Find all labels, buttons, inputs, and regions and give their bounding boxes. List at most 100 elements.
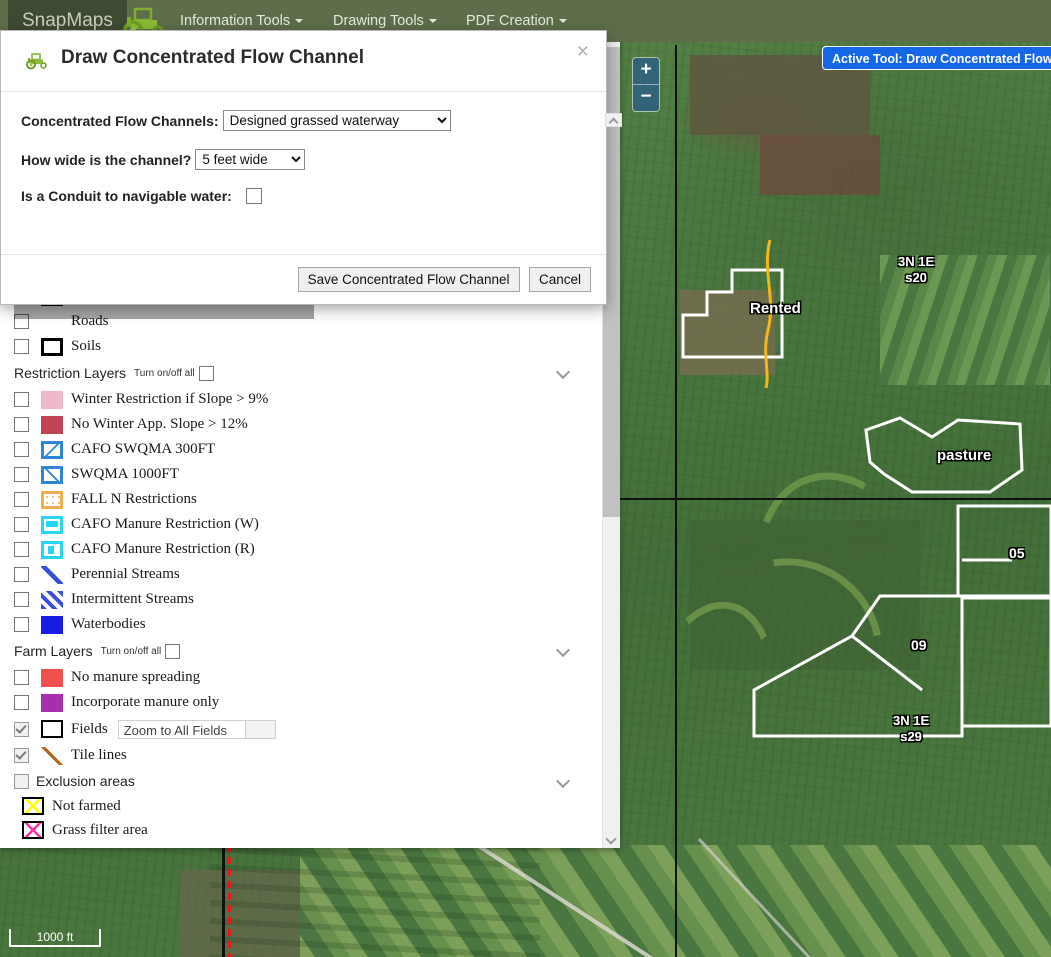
layer-row-grass-filter-area[interactable]: Grass filter area bbox=[22, 818, 603, 842]
field-row-conduit: Is a Conduit to navigable water: bbox=[21, 188, 586, 204]
layer-checkbox[interactable] bbox=[14, 517, 29, 532]
layer-row-cafo-manure-restriction-r[interactable]: CAFO Manure Restriction (R) bbox=[14, 537, 603, 562]
field-row-channel-width: How wide is the channel? 5 feet wide bbox=[21, 149, 586, 170]
dialog-title: Draw Concentrated Flow Channel bbox=[61, 47, 364, 68]
layer-row-tile-lines[interactable]: Tile lines bbox=[14, 743, 603, 768]
swatch-orange-dotted bbox=[41, 490, 63, 509]
swatch-pink-x bbox=[22, 821, 44, 839]
layer-checkbox[interactable] bbox=[14, 542, 29, 557]
layer-row-cafo-swqma-300ft[interactable]: CAFO SWQMA 300FT bbox=[14, 437, 603, 462]
section-title: Exclusion areas bbox=[36, 773, 135, 789]
zoom-in-button[interactable]: + bbox=[633, 58, 659, 85]
layer-label: CAFO Manure Restriction (R) bbox=[71, 541, 255, 557]
layer-row-roads[interactable]: Roads bbox=[14, 309, 603, 334]
layer-checkbox[interactable] bbox=[14, 339, 29, 354]
nav-label: Drawing Tools bbox=[333, 13, 424, 29]
layer-checkbox[interactable] bbox=[14, 392, 29, 407]
layer-checkbox[interactable] bbox=[14, 721, 29, 737]
tractor-icon bbox=[26, 53, 47, 70]
swatch-none bbox=[41, 313, 63, 331]
chevron-down-icon[interactable] bbox=[556, 774, 570, 788]
layer-label: No manure spreading bbox=[71, 669, 201, 685]
layer-row-incorporate-manure-only[interactable]: Incorporate manure only bbox=[14, 690, 603, 715]
layer-checkbox[interactable] bbox=[14, 617, 29, 632]
chevron-down-icon[interactable] bbox=[556, 365, 570, 379]
layer-label: Not farmed bbox=[52, 797, 121, 814]
layer-checkbox[interactable] bbox=[14, 592, 29, 607]
draw-concentrated-flow-channel-dialog: Draw Concentrated Flow Channel × Concent… bbox=[0, 30, 607, 305]
conduit-checkbox[interactable] bbox=[245, 188, 262, 204]
layer-checkbox[interactable] bbox=[14, 492, 29, 507]
save-concentrated-flow-channel-button[interactable]: Save Concentrated Flow Channel bbox=[297, 267, 520, 292]
zoom-to-all-fields-dropdown[interactable] bbox=[245, 719, 276, 739]
map-label-rented: Rented bbox=[750, 300, 801, 317]
swatch-yellow-x bbox=[22, 797, 44, 815]
toggle-all-label: Turn on/off all bbox=[100, 645, 162, 657]
exclusion-checkbox[interactable] bbox=[14, 773, 29, 789]
layer-label: Fields bbox=[71, 720, 108, 737]
toggle-all-checkbox[interactable] bbox=[165, 643, 181, 659]
close-icon[interactable]: × bbox=[577, 41, 589, 62]
caret-down-icon bbox=[295, 19, 304, 24]
nav-label: PDF Creation bbox=[466, 13, 554, 29]
layer-checkbox[interactable] bbox=[14, 442, 29, 457]
field-row-channel-type: Concentrated Flow Channels: Designed gra… bbox=[21, 110, 586, 131]
layer-label: Grass filter area bbox=[52, 821, 148, 838]
panel-scroll-up-stub[interactable] bbox=[605, 113, 622, 127]
layer-checkbox[interactable] bbox=[14, 695, 29, 710]
layer-row-soils[interactable]: Soils bbox=[14, 334, 603, 359]
layer-label: CAFO Manure Restriction (W) bbox=[71, 516, 259, 532]
swatch-dark-red bbox=[41, 415, 63, 434]
layer-checkbox[interactable] bbox=[14, 467, 29, 482]
scroll-down-button[interactable] bbox=[603, 831, 620, 848]
swatch-blue-solid bbox=[41, 615, 63, 634]
swatch-line-blue bbox=[41, 565, 63, 584]
layer-checkbox[interactable] bbox=[14, 567, 29, 582]
layer-row-winter-restriction-slope-9[interactable]: Winter Restriction if Slope > 9% bbox=[14, 387, 603, 412]
channel-type-label: Concentrated Flow Channels: bbox=[21, 112, 219, 129]
layer-row-not-farmed[interactable]: Not farmed bbox=[22, 794, 603, 818]
chevron-down-icon[interactable] bbox=[556, 643, 570, 657]
layer-row-fields[interactable]: Fields Zoom to All Fields bbox=[14, 715, 603, 743]
layer-label: Waterbodies bbox=[71, 616, 146, 632]
zoom-out-button[interactable]: − bbox=[633, 85, 659, 111]
channel-width-select[interactable]: 5 feet wide bbox=[195, 149, 306, 170]
dialog-body: Concentrated Flow Channels: Designed gra… bbox=[1, 92, 606, 254]
layer-row-fall-n-restrictions[interactable]: FALL N Restrictions bbox=[14, 487, 603, 512]
zoom-to-all-fields-control[interactable]: Zoom to All Fields bbox=[117, 719, 276, 739]
layer-label: Winter Restriction if Slope > 9% bbox=[71, 391, 269, 407]
layer-row-no-manure-spreading[interactable]: No manure spreading bbox=[14, 665, 603, 690]
cancel-button[interactable]: Cancel bbox=[528, 267, 591, 292]
layer-row-perennial-streams[interactable]: Perennial Streams bbox=[14, 562, 603, 587]
layer-label: Soils bbox=[71, 338, 102, 354]
layer-row-waterbodies[interactable]: Waterbodies bbox=[14, 612, 603, 637]
layer-row-intermittent-streams[interactable]: Intermittent Streams bbox=[14, 587, 603, 612]
layer-label: Tile lines bbox=[71, 747, 127, 763]
swatch-purple-solid bbox=[41, 693, 63, 712]
zoom-to-all-fields-button[interactable]: Zoom to All Fields bbox=[117, 719, 246, 739]
section-header-farm-layers[interactable]: Farm Layers Turn on/off all bbox=[14, 637, 584, 665]
swatch-blue-diagonal-alt bbox=[41, 465, 63, 484]
layer-row-swqma-1000ft[interactable]: SWQMA 1000FT bbox=[14, 462, 603, 487]
swatch-cyan-w bbox=[41, 515, 63, 534]
layer-checkbox[interactable] bbox=[14, 670, 29, 685]
layer-label: Intermittent Streams bbox=[71, 591, 194, 607]
map-zoom-controls[interactable]: + − bbox=[632, 57, 660, 112]
channel-width-label: How wide is the channel? bbox=[21, 151, 192, 168]
layer-checkbox[interactable] bbox=[14, 748, 29, 763]
layer-checkbox[interactable] bbox=[14, 417, 29, 432]
application-window: Rented pasture 05 09 3N 1E s20 3N 1E s29… bbox=[0, 0, 1051, 957]
toggle-all-checkbox[interactable] bbox=[198, 365, 214, 381]
layer-label: Roads bbox=[71, 313, 109, 329]
section-header-exclusion-areas[interactable]: Exclusion areas bbox=[14, 768, 584, 794]
section-header-restriction-layers[interactable]: Restriction Layers Turn on/off all bbox=[14, 359, 584, 387]
swatch-outline-black bbox=[41, 720, 63, 738]
caret-down-icon bbox=[558, 19, 567, 24]
channel-type-select[interactable]: Designed grassed waterway bbox=[222, 110, 451, 131]
section-title: Restriction Layers bbox=[14, 365, 127, 381]
layer-row-no-winter-app-slope-12[interactable]: No Winter App. Slope > 12% bbox=[14, 412, 603, 437]
layer-label: No Winter App. Slope > 12% bbox=[71, 416, 248, 432]
layer-row-cafo-manure-restriction-w[interactable]: CAFO Manure Restriction (W) bbox=[14, 512, 603, 537]
layer-checkbox[interactable] bbox=[14, 314, 29, 329]
layer-label: Incorporate manure only bbox=[71, 694, 220, 710]
